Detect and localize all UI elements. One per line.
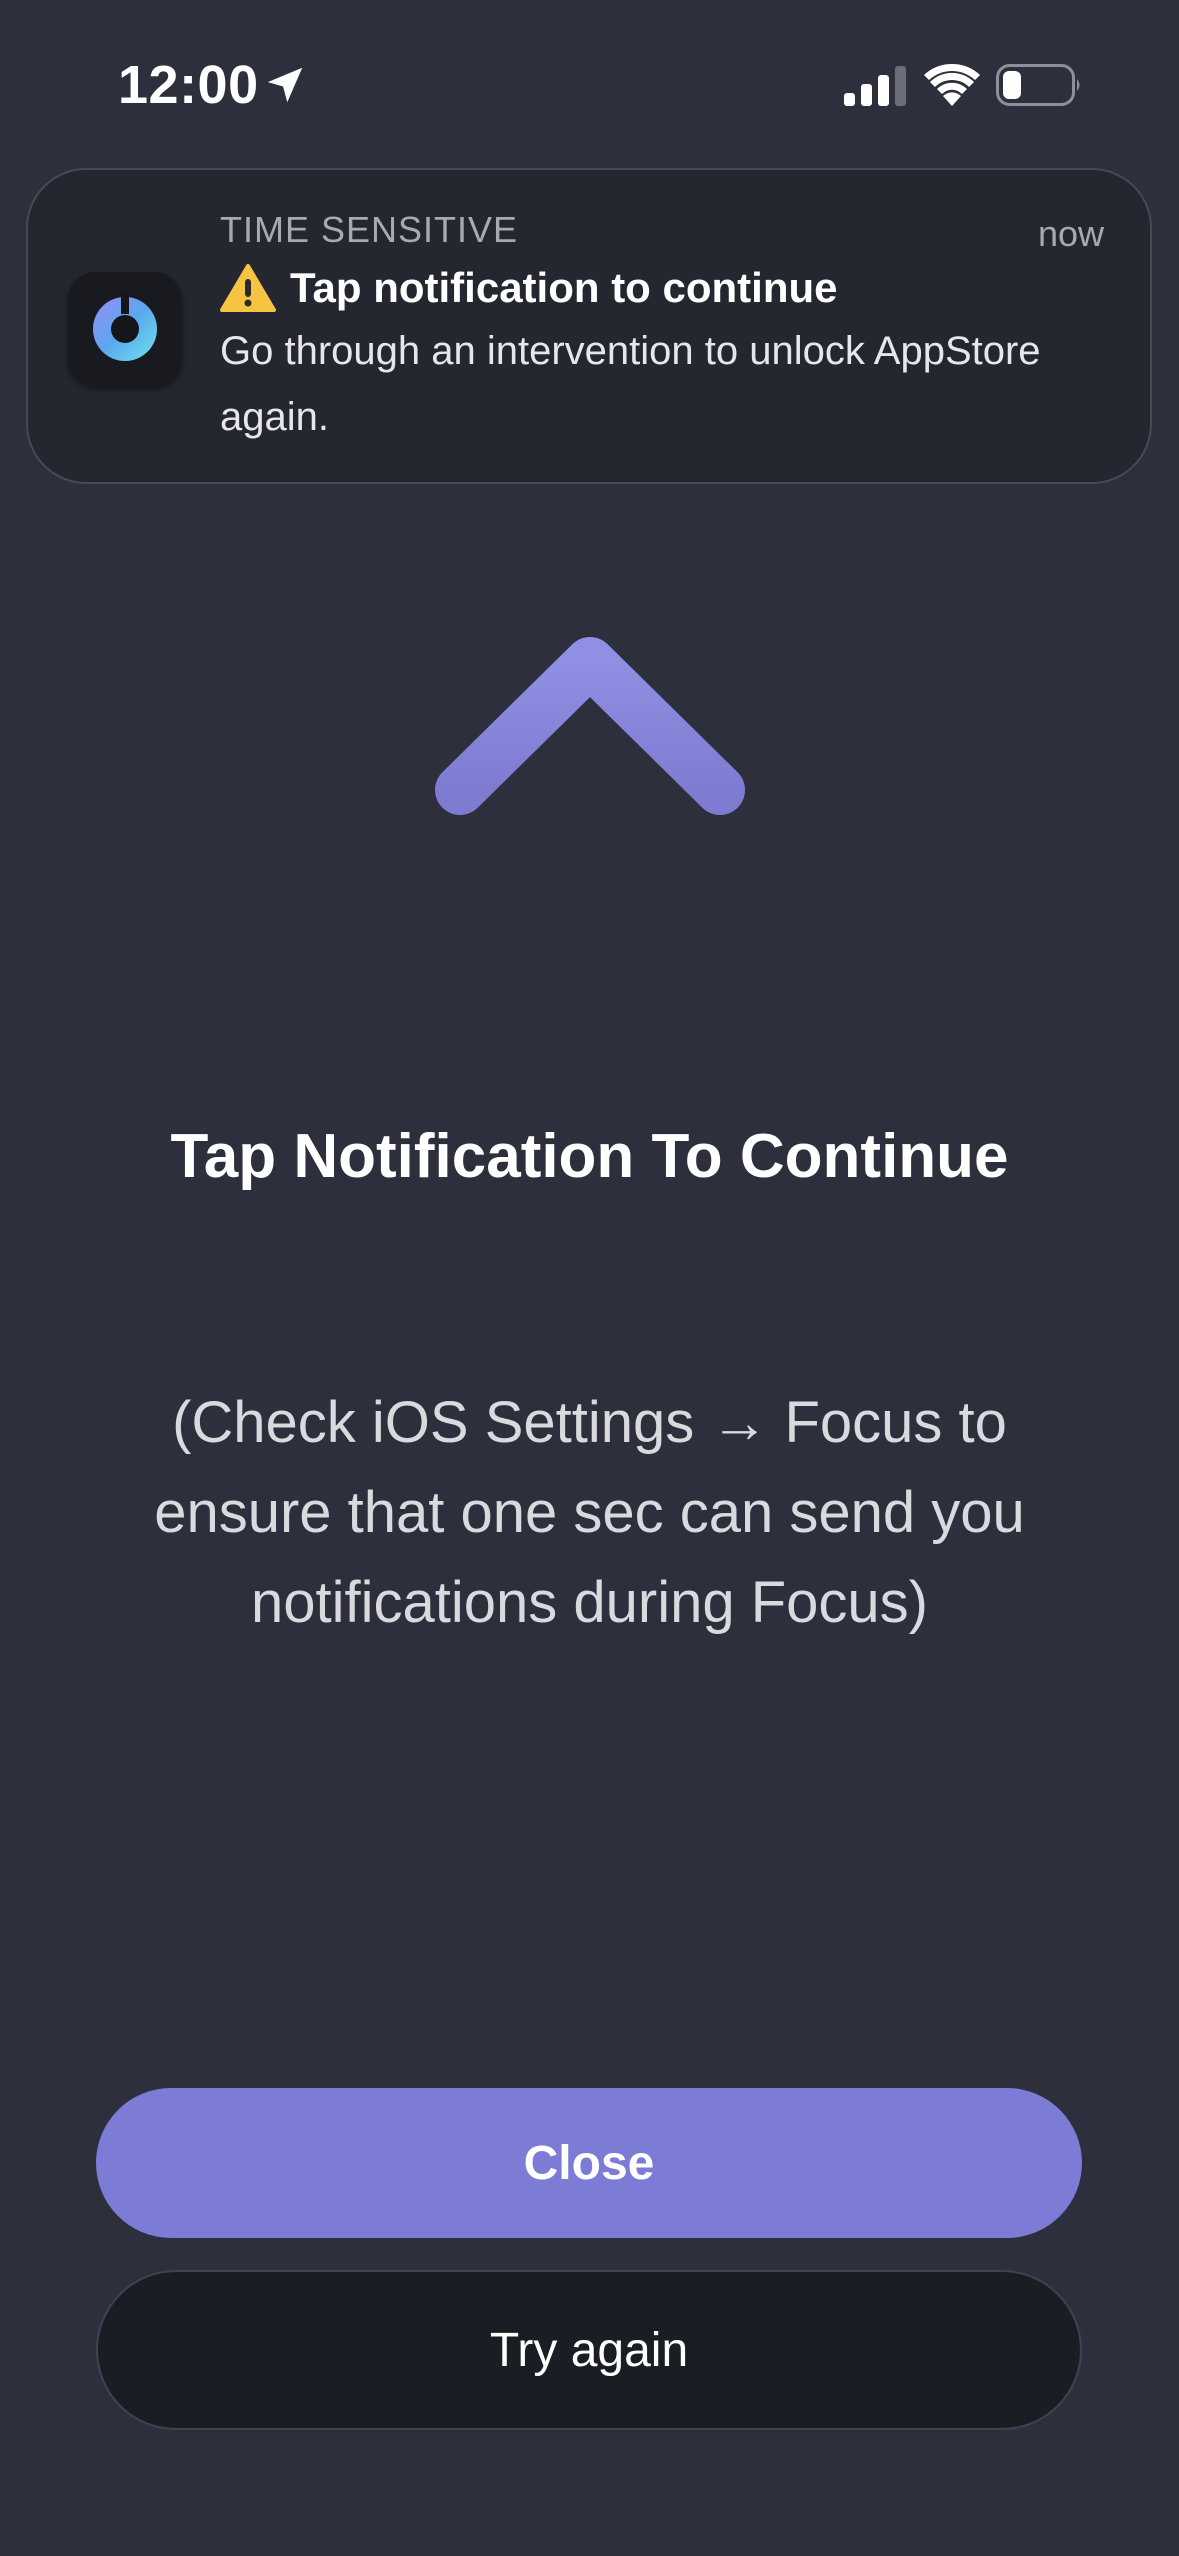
notification-title-row: Tap notification to continue	[220, 260, 838, 316]
cellular-signal-icon	[844, 66, 906, 106]
notification-title: Tap notification to continue	[290, 264, 838, 311]
notification-body: Go through an intervention to unlock App…	[220, 329, 1041, 439]
location-arrow-icon	[267, 67, 303, 103]
close-button[interactable]: Close	[96, 2088, 1082, 2238]
one-sec-app-icon	[68, 272, 182, 386]
try-again-button[interactable]: Try again	[96, 2270, 1082, 2430]
page-title: Tap Notification To Continue	[170, 1122, 1009, 1191]
notification-banner[interactable]: TIME SENSITIVE now Tap notification to c…	[26, 168, 1152, 484]
up-arrow-icon	[435, 637, 745, 985]
status-time: 12:00	[118, 55, 259, 115]
wifi-icon	[924, 63, 980, 106]
warning-icon	[220, 264, 276, 312]
status-bar: 12:00	[0, 0, 1179, 170]
notification-time: now	[1037, 213, 1104, 254]
focus-settings-hint: (Check iOS Settings → Focus to ensure th…	[154, 1390, 1025, 1635]
notification-category: TIME SENSITIVE	[220, 209, 519, 250]
battery-icon	[996, 64, 1080, 106]
